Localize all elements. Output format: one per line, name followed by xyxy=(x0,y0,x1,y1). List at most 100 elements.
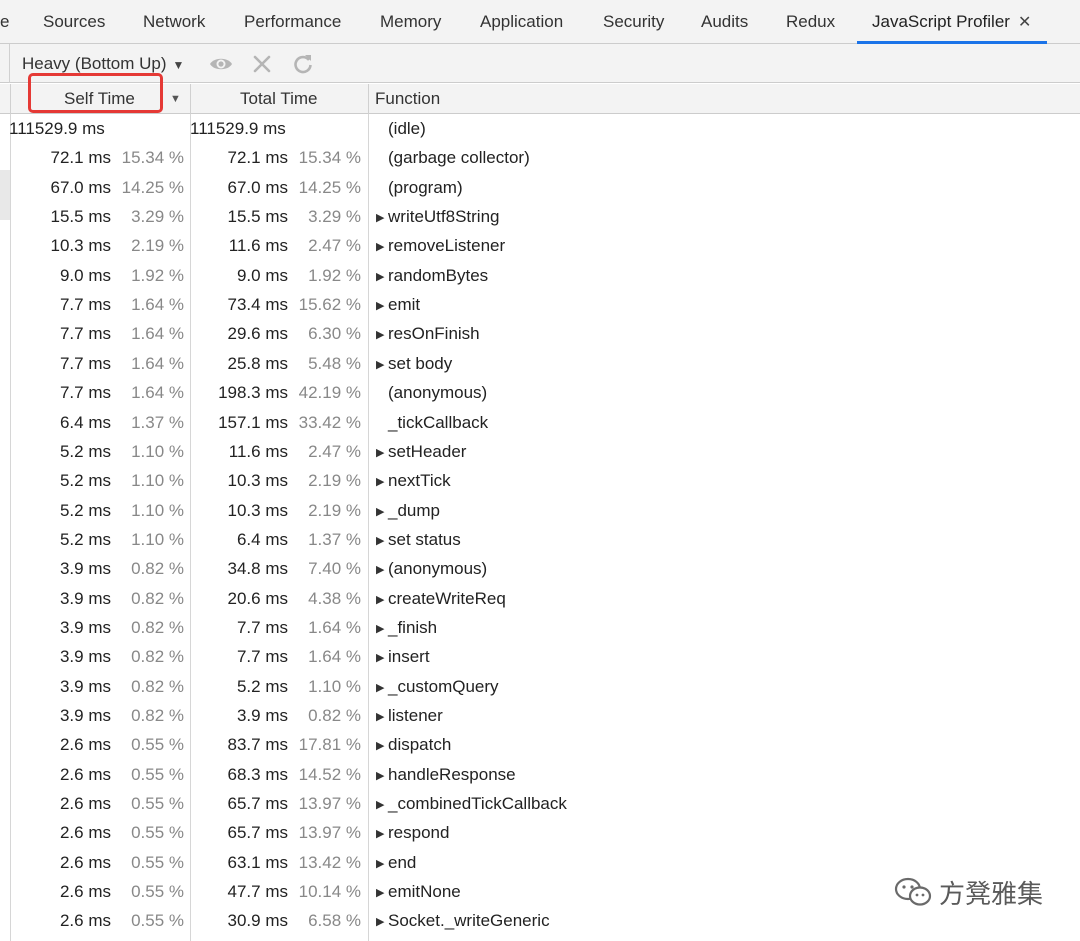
expand-triangle-icon[interactable]: ▶ xyxy=(376,703,388,732)
tab-redux[interactable]: Redux xyxy=(786,0,835,44)
function-cell[interactable]: ▶ _dump xyxy=(376,496,440,527)
table-row[interactable]: 3.9 ms 0.82 % 3.9 ms 0.82 % ▶ listener xyxy=(0,701,1080,730)
reload-icon[interactable] xyxy=(291,52,315,76)
self-time-value: 3.9 ms xyxy=(59,706,111,725)
function-cell[interactable]: ▶ dispatch xyxy=(376,730,451,761)
expand-triangle-icon[interactable]: ▶ xyxy=(376,908,388,937)
total-time-percent: 15.62 % xyxy=(298,295,361,315)
function-cell[interactable]: ▶ _combinedTickCallback xyxy=(376,789,567,820)
total-time-value: 11.6 ms xyxy=(228,441,288,461)
table-row[interactable]: 15.5 ms 3.29 % 15.5 ms 3.29 % ▶ writeUtf8Stri… xyxy=(0,202,1080,231)
table-row[interactable]: 2.6 ms 0.55 % 83.7 ms 17.81 % ▶ dispatch xyxy=(0,730,1080,759)
table-row[interactable]: 3.9 ms 0.82 % 34.8 ms 7.40 % ▶ (anonymous) xyxy=(0,554,1080,583)
expand-triangle-icon[interactable]: ▶ xyxy=(376,233,388,262)
tab-console-partial[interactable]: e xyxy=(0,0,9,44)
tab-security[interactable]: Security xyxy=(603,0,664,44)
table-row[interactable]: 6.4 ms 1.37 % 157.1 ms 33.42 % _tickCallback xyxy=(0,408,1080,437)
tab-application[interactable]: Application xyxy=(480,0,563,44)
expand-triangle-icon[interactable]: ▶ xyxy=(376,321,388,350)
function-cell[interactable]: ▶ set status xyxy=(376,525,461,556)
column-header-function[interactable]: Function xyxy=(375,84,440,114)
table-row[interactable]: 5.2 ms 1.10 % 10.3 ms 2.19 % ▶ _dump xyxy=(0,496,1080,525)
function-cell[interactable]: ▶ insert xyxy=(376,642,430,673)
table-row[interactable]: 67.0 ms 14.25 % 67.0 ms 14.25 % (program) xyxy=(0,173,1080,202)
expand-triangle-icon[interactable]: ▶ xyxy=(376,615,388,644)
function-cell[interactable]: ▶ _customQuery xyxy=(376,672,499,703)
table-row[interactable]: 7.7 ms 1.64 % 73.4 ms 15.62 % ▶ emit xyxy=(0,290,1080,319)
function-cell[interactable]: ▶ Socket._writeGeneric xyxy=(376,906,550,937)
function-cell[interactable]: (garbage collector) xyxy=(376,143,530,172)
expand-triangle-icon[interactable]: ▶ xyxy=(376,644,388,673)
function-cell[interactable]: (idle) xyxy=(376,114,426,143)
expand-triangle-icon[interactable]: ▶ xyxy=(376,820,388,849)
expand-triangle-icon[interactable]: ▶ xyxy=(376,556,388,585)
function-cell[interactable]: ▶ _finish xyxy=(376,613,437,644)
expand-triangle-icon[interactable]: ▶ xyxy=(376,498,388,527)
tab-memory[interactable]: Memory xyxy=(380,0,441,44)
function-cell[interactable]: ▶ setHeader xyxy=(376,437,466,468)
table-row[interactable]: 3.9 ms 0.82 % 7.7 ms 1.64 % ▶ _finish xyxy=(0,613,1080,642)
table-row[interactable]: 111529.9 ms 111529.9 ms (idle) xyxy=(0,114,1080,143)
total-time-value: 83.7 ms xyxy=(227,735,288,755)
tab-javascript-profiler[interactable]: JavaScript Profiler ✕ xyxy=(872,0,1031,44)
table-row[interactable]: 72.1 ms 15.34 % 72.1 ms 15.34 % (garbage col… xyxy=(0,143,1080,172)
tab-audits[interactable]: Audits xyxy=(701,0,748,44)
expand-triangle-icon[interactable]: ▶ xyxy=(376,527,388,556)
tab-performance[interactable]: Performance xyxy=(244,0,341,44)
close-icon[interactable]: ✕ xyxy=(1018,1,1031,45)
expand-triangle-icon[interactable]: ▶ xyxy=(376,791,388,820)
expand-triangle-icon[interactable]: ▶ xyxy=(376,468,388,497)
table-row[interactable]: 5.2 ms 1.10 % 11.6 ms 2.47 % ▶ setHeader xyxy=(0,437,1080,466)
expand-triangle-icon[interactable]: ▶ xyxy=(376,439,388,468)
function-cell[interactable]: (anonymous) xyxy=(376,378,487,407)
table-row[interactable]: 5.2 ms 1.10 % 10.3 ms 2.19 % ▶ nextTick xyxy=(0,466,1080,495)
table-row[interactable]: 2.6 ms 0.55 % 65.7 ms 13.97 % ▶ respond xyxy=(0,818,1080,847)
tab-sources[interactable]: Sources xyxy=(43,0,105,44)
clear-icon[interactable] xyxy=(250,52,274,76)
function-cell[interactable]: ▶ resOnFinish xyxy=(376,319,480,350)
table-row[interactable]: 7.7 ms 1.64 % 25.8 ms 5.48 % ▶ set body xyxy=(0,349,1080,378)
function-cell[interactable]: ▶ set body xyxy=(376,349,452,380)
table-row[interactable]: 10.3 ms 2.19 % 11.6 ms 2.47 % ▶ removeListene… xyxy=(0,231,1080,260)
function-cell[interactable]: (program) xyxy=(376,173,463,202)
table-row[interactable]: 7.7 ms 1.64 % 29.6 ms 6.30 % ▶ resOnFinish xyxy=(0,319,1080,348)
function-cell[interactable]: ▶ emit xyxy=(376,290,420,321)
eye-icon[interactable] xyxy=(209,52,233,76)
tab-network[interactable]: Network xyxy=(143,0,205,44)
function-cell[interactable]: ▶ listener xyxy=(376,701,443,732)
expand-triangle-icon[interactable]: ▶ xyxy=(376,879,388,908)
function-cell[interactable]: ▶ createWriteReq xyxy=(376,584,506,615)
total-time-percent: 2.19 % xyxy=(308,500,361,520)
function-cell[interactable]: ▶ handleResponse xyxy=(376,760,516,791)
expand-triangle-icon[interactable]: ▶ xyxy=(376,204,388,233)
total-time-percent: 1.92 % xyxy=(308,265,361,285)
expand-triangle-icon[interactable]: ▶ xyxy=(376,292,388,321)
function-cell[interactable]: ▶ randomBytes xyxy=(376,261,488,292)
function-cell[interactable]: ▶ writeUtf8String xyxy=(376,202,499,233)
function-cell[interactable]: ▶ end xyxy=(376,848,416,879)
table-row[interactable]: 5.2 ms 1.10 % 6.4 ms 1.37 % ▶ set status xyxy=(0,525,1080,554)
table-row[interactable]: 9.0 ms 1.92 % 9.0 ms 1.92 % ▶ randomBytes xyxy=(0,261,1080,290)
expand-triangle-icon[interactable]: ▶ xyxy=(376,586,388,615)
function-cell[interactable]: _tickCallback xyxy=(376,408,488,437)
table-row[interactable]: 3.9 ms 0.82 % 5.2 ms 1.10 % ▶ _customQuery xyxy=(0,672,1080,701)
expand-triangle-icon[interactable]: ▶ xyxy=(376,762,388,791)
function-cell[interactable]: ▶ (anonymous) xyxy=(376,554,487,585)
function-cell[interactable]: ▶ emitNone xyxy=(376,877,461,908)
table-row[interactable]: 2.6 ms 0.55 % 65.7 ms 13.97 % ▶ _combinedTick… xyxy=(0,789,1080,818)
self-time-percent: 15.34 % xyxy=(121,148,184,168)
function-cell[interactable]: ▶ nextTick xyxy=(376,466,451,497)
table-row[interactable]: 3.9 ms 0.82 % 7.7 ms 1.64 % ▶ insert xyxy=(0,642,1080,671)
expand-triangle-icon[interactable]: ▶ xyxy=(376,263,388,292)
expand-triangle-icon[interactable]: ▶ xyxy=(376,674,388,703)
table-row[interactable]: 3.9 ms 0.82 % 20.6 ms 4.38 % ▶ createWriteReq xyxy=(0,584,1080,613)
function-name: emit xyxy=(388,295,421,315)
column-header-total-time[interactable]: Total Time xyxy=(240,84,317,114)
table-row[interactable]: 7.7 ms 1.64 % 198.3 ms 42.19 % (anonymous) xyxy=(0,378,1080,407)
expand-triangle-icon[interactable]: ▶ xyxy=(376,351,388,380)
function-cell[interactable]: ▶ removeListener xyxy=(376,231,505,262)
table-row[interactable]: 2.6 ms 0.55 % 68.3 ms 14.52 % ▶ handleRespons… xyxy=(0,760,1080,789)
expand-triangle-icon[interactable]: ▶ xyxy=(376,732,388,761)
function-cell[interactable]: ▶ respond xyxy=(376,818,449,849)
expand-triangle-icon[interactable]: ▶ xyxy=(376,850,388,879)
